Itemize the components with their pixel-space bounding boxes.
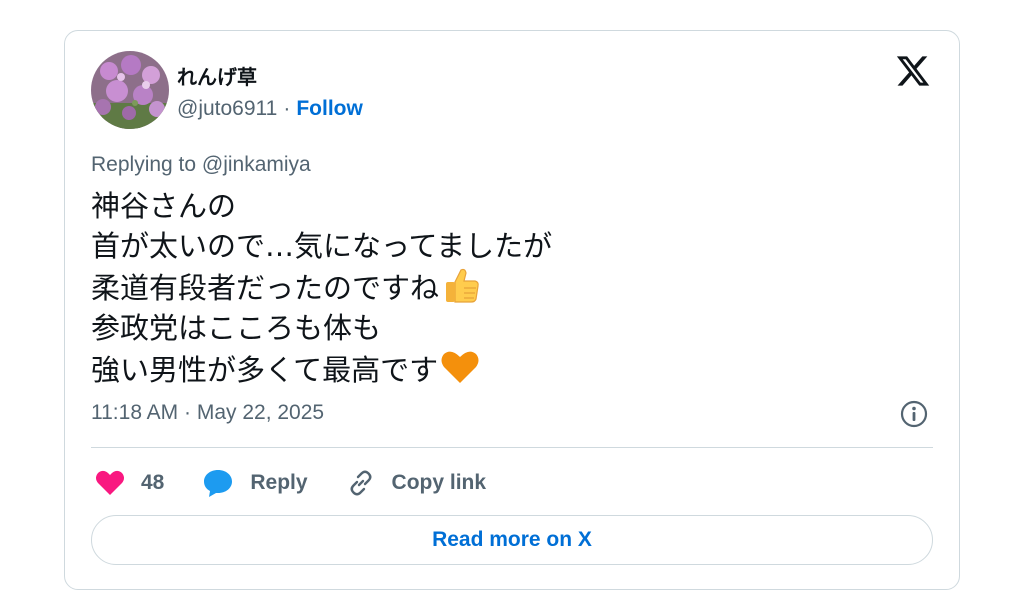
like-button[interactable]: 48 <box>95 469 164 497</box>
like-count: 48 <box>141 471 165 494</box>
read-more-button[interactable]: Read more on X <box>91 515 933 565</box>
tweet-line: 柔道有段者だったのですね <box>91 266 552 309</box>
avatar[interactable] <box>91 51 169 129</box>
info-icon[interactable] <box>899 399 929 429</box>
tweet-line: 強い男性が多くて最高です <box>91 348 552 391</box>
reply-button[interactable]: Reply <box>202 468 308 498</box>
divider <box>91 447 933 448</box>
follow-button[interactable]: Follow <box>296 97 363 120</box>
author-display-name[interactable]: れんげ草 <box>177 61 257 90</box>
copy-link-button[interactable]: Copy link <box>346 468 487 498</box>
link-icon <box>350 470 371 496</box>
x-logo-icon[interactable] <box>895 53 931 89</box>
tweet-line: 参政党はこころも体も <box>91 310 382 345</box>
reply-label: Reply <box>250 471 308 494</box>
tweet-timestamp[interactable]: 11:18 AM · May 22, 2025 <box>91 401 324 425</box>
tweet-line-text: 強い男性が多くて最高です <box>91 353 439 387</box>
copy-link-label: Copy link <box>391 471 487 494</box>
author-handle[interactable]: @juto6911 <box>177 97 277 120</box>
thumbs-up-icon <box>441 266 481 304</box>
reply-bubble-icon <box>204 470 233 497</box>
action-bar: 48 Reply Copy link <box>95 467 524 499</box>
tweet-line: 神谷さんの <box>91 189 237 223</box>
tweet-line: 首が太いので…気になってましたが <box>91 228 553 263</box>
tweet-line-text: 柔道有段者だったのですね <box>91 271 440 305</box>
heart-icon <box>96 470 124 495</box>
replying-to-label[interactable]: Replying to @jinkamiya <box>91 153 311 177</box>
separator-dot: · <box>283 97 291 120</box>
author-handle-row: @juto6911 · Follow <box>177 97 363 121</box>
tweet-text: 神谷さんの 首が太いので…気になってましたが 柔道有段者だったのですね 参政党は… <box>91 187 552 391</box>
orange-heart-icon <box>440 348 480 386</box>
tweet-embed-card: れんげ草 @juto6911 · Follow Replying to @jinka… <box>64 30 960 590</box>
